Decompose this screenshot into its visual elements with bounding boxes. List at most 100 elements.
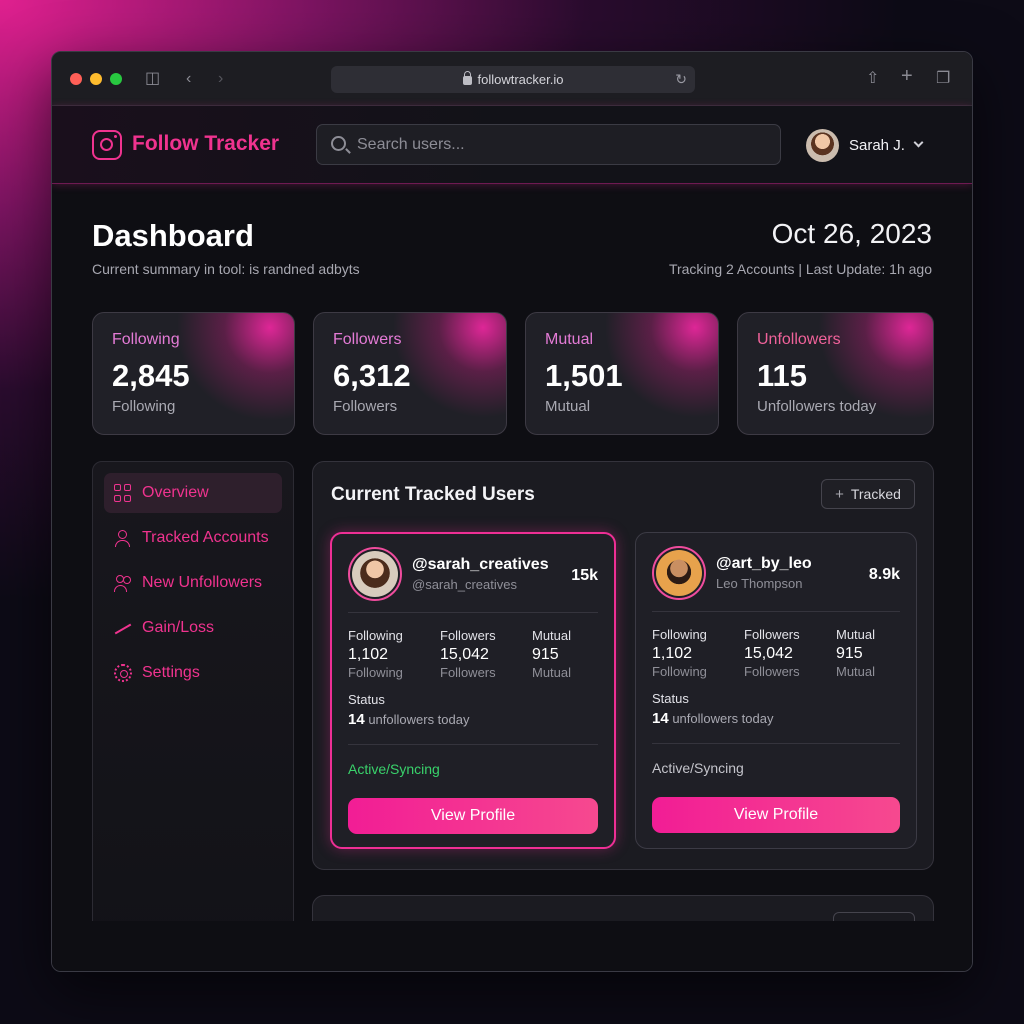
stat-value: 915: [532, 646, 559, 663]
page-title: Dashboard: [92, 218, 254, 253]
sync-status: Active/Syncing: [348, 761, 440, 777]
view-profile-button[interactable]: View Profile: [652, 797, 900, 833]
view-profile-button[interactable]: View Profile: [348, 798, 598, 834]
search-input[interactable]: [357, 125, 767, 164]
status-count: 14: [652, 710, 669, 727]
sidebar-item-label: Overview: [142, 484, 209, 501]
status-value: 14 unfollowers today: [652, 710, 773, 727]
window-controls: [70, 73, 122, 85]
stat-value: 2,845: [112, 358, 190, 393]
follower-count: 15k: [571, 567, 598, 584]
window-bottom-area: [52, 921, 972, 971]
stat-card-followers: Followers 6,312 Followers: [313, 312, 507, 435]
sidebar: Overview Tracked Accounts New Unfollower…: [92, 461, 294, 971]
stat-sub: Followers: [333, 398, 398, 415]
trending-up-icon: [114, 619, 132, 637]
sidebar-item-settings[interactable]: Settings: [104, 653, 282, 693]
sidebar-item-tracked-accounts[interactable]: Tracked Accounts: [104, 518, 282, 558]
stat-value: 915: [836, 645, 863, 662]
maximize-window-button[interactable]: [110, 73, 122, 85]
stat-card-unfollowers: Unfollowers 115 Unfollowers today: [737, 312, 934, 435]
stat-sub: Followers: [744, 664, 800, 679]
followers-stat: Followers 15,042 Followers: [744, 627, 800, 679]
divider: [348, 744, 598, 745]
status-text: unfollowers today: [672, 711, 774, 726]
status-value: 14 unfollowers today: [348, 711, 469, 728]
stat-label: Followers: [744, 627, 800, 642]
gear-icon: [114, 664, 132, 682]
browser-toolbar: ◫ ‹ › followtracker.io ↻ ⇧ + ❐: [52, 52, 972, 106]
brand-name: Follow Tracker: [132, 132, 280, 155]
status-label: Status: [652, 691, 689, 706]
share-icon[interactable]: ⇧: [866, 69, 879, 89]
stat-sub: Unfollowers today: [757, 398, 877, 415]
plus-icon: +: [835, 485, 844, 503]
users-icon: [114, 574, 132, 592]
sidebar-item-label: New Unfollowers: [142, 574, 263, 591]
sidebar-item-new-unfollowers[interactable]: New Unfollowers: [104, 563, 282, 603]
user-name: Sarah J.: [849, 136, 905, 154]
avatar: [348, 547, 402, 601]
stat-card-following: Following 2,845 Following: [92, 312, 295, 435]
stat-label: Following: [348, 628, 403, 643]
stat-sub: Mutual: [836, 664, 876, 679]
stat-value: 1,102: [652, 645, 693, 662]
reload-icon[interactable]: ↻: [675, 71, 687, 88]
avatar: [806, 128, 839, 162]
stat-value: 15,042: [440, 646, 489, 663]
user-menu[interactable]: Sarah J.: [806, 128, 924, 162]
followers-stat: Followers 15,042 Followers: [440, 628, 496, 680]
user-card-leo: @art_by_leo Leo Thompson 8.9k Following …: [635, 532, 917, 849]
stat-label: Followers: [440, 628, 496, 643]
stat-label: Unfollowers: [757, 331, 841, 348]
sidebar-item-label: Settings: [142, 664, 200, 681]
user-handle: @art_by_leo: [716, 555, 812, 572]
search-box[interactable]: [316, 124, 781, 165]
forward-icon[interactable]: ›: [218, 69, 223, 89]
status-text: unfollowers today: [368, 712, 470, 727]
stat-sub: Following: [348, 665, 403, 680]
close-window-button[interactable]: [70, 73, 82, 85]
sidebar-toggle-icon[interactable]: ◫: [145, 69, 160, 89]
sidebar-item-overview[interactable]: Overview: [104, 473, 282, 513]
tracking-summary: Tracking 2 Accounts | Last Update: 1h ag…: [668, 261, 932, 277]
instagram-logo-icon: [92, 130, 122, 160]
app-header: Follow Tracker Sarah J.: [52, 106, 972, 184]
address-bar[interactable]: followtracker.io ↻: [331, 66, 695, 93]
mutual-stat: Mutual 915 Mutual: [836, 627, 875, 679]
status-count: 14: [348, 711, 365, 728]
panel-title: Current Tracked Users: [331, 484, 535, 505]
stat-label: Mutual: [532, 628, 572, 643]
add-tracked-button[interactable]: + Tracked: [821, 479, 915, 509]
stat-sub: Following: [112, 398, 176, 415]
stat-value: 1,102: [348, 646, 389, 663]
stat-label: Following: [652, 627, 707, 642]
divider: [348, 612, 598, 613]
following-stat: Following 1,102 Following: [652, 627, 707, 679]
sidebar-item-label: Gain/Loss: [142, 619, 215, 636]
follower-count: 8.9k: [868, 566, 900, 583]
stat-label: Following: [112, 331, 180, 348]
stat-label: Mutual: [836, 627, 876, 642]
minimize-window-button[interactable]: [90, 73, 102, 85]
sidebar-item-gain-loss[interactable]: Gain/Loss: [104, 608, 282, 648]
chevron-down-icon: [913, 137, 924, 147]
search-icon: [331, 136, 346, 151]
stat-card-mutual: Mutual 1,501 Mutual: [525, 312, 719, 435]
sidebar-item-label: Tracked Accounts: [142, 529, 269, 546]
lock-icon: [462, 71, 472, 85]
stat-value: 1,501: [545, 358, 623, 393]
tabs-overview-icon[interactable]: ❐: [936, 69, 950, 89]
browser-window: ◫ ‹ › followtracker.io ↻ ⇧ + ❐ Follow Tr…: [51, 51, 973, 972]
back-icon[interactable]: ‹: [186, 69, 191, 89]
stat-value: 15,042: [744, 645, 793, 662]
user-display-name: Leo Thompson: [716, 576, 803, 591]
stat-sub: Mutual: [545, 398, 591, 415]
stat-sub: Following: [652, 664, 707, 679]
page-subtitle: Current summary in tool: is randned adby…: [92, 261, 360, 277]
stat-label: Followers: [333, 331, 402, 348]
grid-icon: [114, 484, 132, 502]
stat-value: 115: [757, 358, 808, 393]
avatar: [652, 546, 706, 600]
new-tab-icon[interactable]: +: [901, 66, 913, 86]
